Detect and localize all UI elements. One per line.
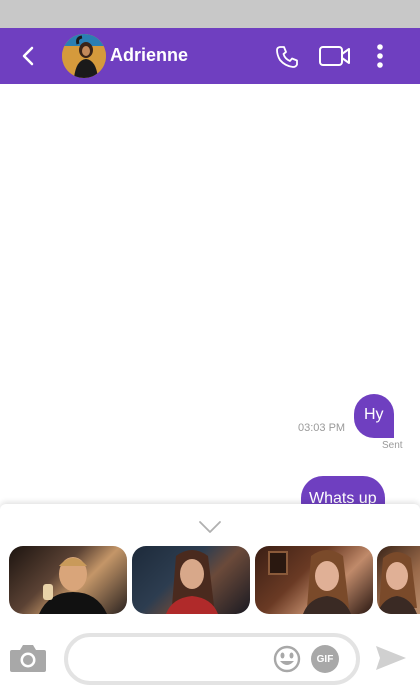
chat-header: Adrienne	[0, 28, 420, 84]
message-bubble[interactable]: Hy	[354, 394, 394, 438]
message-text: Hy	[364, 406, 384, 423]
contact-name[interactable]: Adrienne	[110, 45, 188, 66]
camera-button[interactable]	[8, 640, 48, 676]
gif-image	[268, 550, 351, 614]
gif-image	[166, 550, 218, 614]
gif-thumbnail[interactable]	[255, 546, 373, 614]
call-button[interactable]	[274, 44, 300, 70]
gif-panel	[0, 504, 420, 628]
back-arrow-icon	[22, 46, 34, 66]
video-call-button[interactable]	[318, 44, 352, 68]
send-icon	[376, 646, 406, 670]
collapse-panel-button[interactable]	[198, 520, 222, 534]
message-bubble[interactable]: Whats up	[301, 476, 385, 504]
gif-button[interactable]: GIF	[311, 645, 339, 673]
more-vertical-icon	[377, 44, 383, 68]
chevron-down-icon	[199, 521, 221, 533]
emoji-button[interactable]	[272, 644, 302, 674]
camera-icon	[10, 645, 46, 672]
send-button[interactable]	[374, 644, 408, 672]
message-time: 03:03 PM	[298, 422, 346, 434]
message-list[interactable]: 03:03 PM Hy Sent Whats up	[0, 84, 420, 504]
video-camera-icon	[319, 46, 350, 66]
emoji-icon	[273, 645, 301, 673]
status-bar	[0, 0, 420, 28]
avatar[interactable]	[62, 34, 106, 78]
gif-image	[39, 557, 107, 614]
more-options-button[interactable]	[370, 42, 390, 70]
composer-bar: GIF	[0, 628, 420, 700]
gif-thumbnail[interactable]	[9, 546, 127, 614]
message-text: Whats up	[309, 490, 377, 504]
gif-image	[377, 552, 417, 614]
message-status: Sent	[382, 440, 403, 451]
message-input-container: GIF	[64, 633, 360, 685]
message-input[interactable]	[84, 647, 274, 671]
back-button[interactable]	[14, 42, 42, 70]
phone-icon	[276, 46, 298, 68]
avatar-image	[62, 34, 106, 78]
gif-thumbnail[interactable]	[132, 546, 250, 614]
gif-thumbnail[interactable]	[377, 546, 420, 614]
